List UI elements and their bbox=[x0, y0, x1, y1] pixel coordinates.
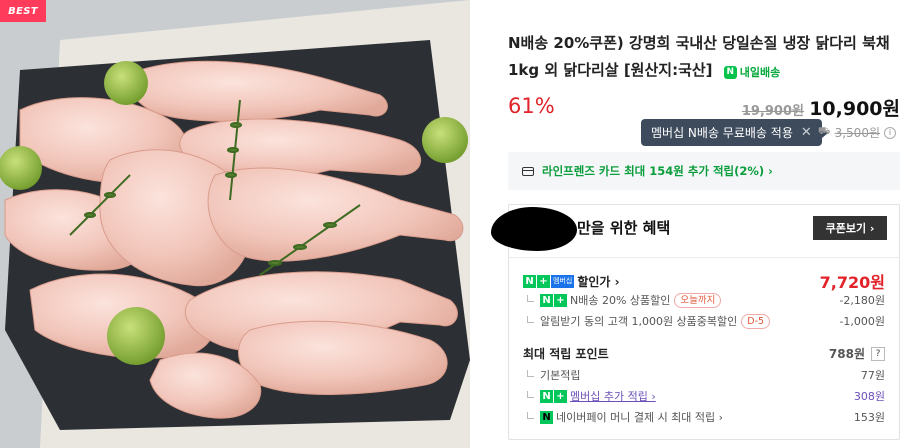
sprout-2 bbox=[422, 117, 468, 163]
max-points-row: 최대 적립 포인트 788원 ? bbox=[523, 345, 885, 362]
view-coupon-button[interactable]: 쿠폰보기 › bbox=[813, 216, 887, 240]
discount-item-amount: -1,000원 bbox=[839, 315, 885, 328]
points-item-amount: 77원 bbox=[860, 369, 885, 382]
card-promo-row[interactable]: 라인프렌즈 카드 최대 154원 추가 적립(2%) › bbox=[508, 152, 900, 190]
deadline-tag: 오늘까지 bbox=[674, 292, 722, 308]
discount-rate: 61% bbox=[508, 94, 555, 118]
sprout-3 bbox=[0, 146, 42, 190]
free-shipping-tooltip: 멤버십 N배송 무료배송 적용 ✕ bbox=[641, 119, 828, 146]
product-title-text: N배송 20%쿠폰) 강명희 국내산 당일손질 냉장 닭다리 북채 1kg 외 … bbox=[508, 34, 890, 79]
product-info-panel: N배송 20%쿠폰) 강명희 국내산 당일손질 냉장 닭다리 북채 1kg 외 … bbox=[491, 0, 900, 448]
max-points-label: 최대 적립 포인트 bbox=[523, 347, 609, 361]
close-icon[interactable]: ✕ bbox=[801, 125, 812, 140]
points-item-row[interactable]: N 네이버페이 머니 결제 시 최대 적립 › 153원 bbox=[523, 409, 885, 425]
sprout-4 bbox=[107, 307, 165, 365]
benefits-box: 만을 위한 혜택 쿠폰보기 › N + 멤버십 할인가 › 7,720원 N + N배… bbox=[491, 204, 900, 440]
discount-item-label: 알림받기 동의 고객 1,000원 상품중복할인 bbox=[540, 315, 738, 328]
discount-price-row[interactable]: N + 멤버십 할인가 › 7,720원 bbox=[523, 269, 885, 293]
deadline-tag: D-5 bbox=[741, 313, 771, 329]
delivery-n-icon: N bbox=[723, 66, 737, 79]
redaction-mask bbox=[491, 207, 577, 251]
discount-price-amount: 7,720원 bbox=[819, 273, 885, 292]
discount-item-label: N배송 20% 상품할인 bbox=[570, 294, 671, 307]
sale-price: 10,900원 bbox=[809, 98, 900, 120]
sprout-1 bbox=[104, 61, 148, 105]
naverpay-icon: N bbox=[540, 410, 553, 424]
membership-points-link[interactable]: 멤버십 추가 적립 › bbox=[570, 388, 656, 404]
discount-item-row: 알림받기 동의 고객 1,000원 상품중복할인 D-5 -1,000원 bbox=[523, 313, 885, 329]
naverpay-plus-membership-icon: N + 멤버십 bbox=[523, 274, 575, 288]
delivery-badge-label: 내일배송 bbox=[739, 66, 781, 79]
benefits-title: 만을 위한 혜택 bbox=[577, 219, 671, 237]
truck-icon: ⛟ bbox=[818, 126, 831, 137]
tooltip-text: 멤버십 N배송 무료배송 적용 bbox=[651, 126, 793, 140]
discount-item-amount: -2,180원 bbox=[839, 294, 885, 307]
max-points-amount: 788원 bbox=[828, 347, 865, 361]
points-item-amount: 308원 bbox=[853, 390, 885, 403]
original-price: 19,900원 bbox=[741, 104, 804, 119]
tomorrow-delivery-badge: N 내일배송 bbox=[723, 59, 781, 86]
points-item-row[interactable]: N + 멤버십 추가 적립 › 308원 bbox=[523, 388, 885, 404]
shipping-fee: ⛟ 3,500원 i bbox=[818, 124, 896, 141]
help-icon[interactable]: ? bbox=[871, 346, 885, 361]
points-item-row: 기본적립 77원 bbox=[523, 367, 885, 383]
credit-card-icon bbox=[522, 166, 534, 176]
best-badge: BEST bbox=[0, 0, 46, 22]
product-image[interactable]: BEST bbox=[0, 0, 470, 448]
points-item-amount: 153원 bbox=[853, 411, 885, 424]
points-item-label: 기본적립 bbox=[540, 369, 581, 382]
naverpay-plus-icon: N + bbox=[540, 293, 567, 307]
product-title: N배송 20%쿠폰) 강명희 국내산 당일손질 냉장 닭다리 북채 1kg 외 … bbox=[508, 30, 900, 86]
info-icon[interactable]: i bbox=[884, 126, 896, 139]
discount-item-row: N + N배송 20% 상품할인 오늘까지 -2,180원 bbox=[523, 292, 885, 308]
chicken-drumsticks-illustration bbox=[0, 0, 470, 448]
shipping-fee-amount: 3,500원 bbox=[834, 126, 880, 140]
naverpay-plus-icon: N + bbox=[540, 389, 567, 403]
divider bbox=[509, 257, 899, 258]
card-promo-text: 라인프렌즈 카드 최대 154원 추가 적립(2%) › bbox=[542, 164, 773, 178]
discount-price-label: 할인가 › bbox=[577, 274, 620, 289]
naverpay-money-points-link[interactable]: 네이버페이 머니 결제 시 최대 적립 › bbox=[556, 409, 723, 425]
